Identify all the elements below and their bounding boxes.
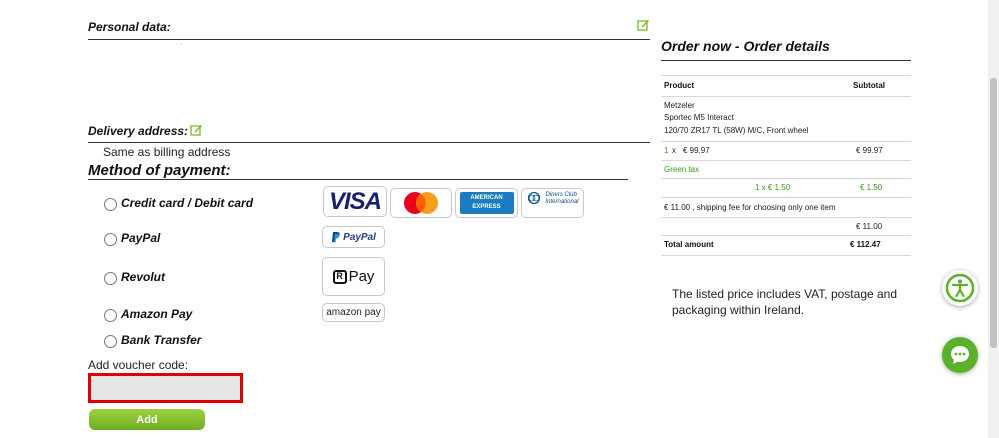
amazon-pay-logo: amazon pay: [322, 303, 385, 322]
delivery-address-title: Delivery address:: [88, 124, 189, 138]
table-bottom-border: [661, 255, 911, 256]
radio-revolut[interactable]: [104, 272, 117, 285]
green-tax-label: Green tax: [664, 165, 700, 174]
mastercard-logo: [390, 188, 452, 218]
green-tax-subtotal: € 1.50: [860, 183, 883, 192]
paypal-logo: PayPal: [322, 226, 385, 248]
voucher-code-input[interactable]: [88, 373, 243, 403]
edit-icon[interactable]: [637, 18, 650, 34]
accessibility-icon: [945, 273, 975, 303]
diners-club-logo: Diners Club International: [521, 188, 584, 218]
chat-button[interactable]: [942, 337, 978, 373]
revolut-pay-logo: R Pay: [322, 257, 385, 296]
product-brand: Metzeler: [664, 101, 695, 110]
bank-transfer-label[interactable]: Bank Transfer: [121, 333, 201, 347]
row-divider: [661, 217, 911, 218]
personal-data-divider: [88, 39, 650, 40]
row-divider: [661, 141, 911, 142]
row-divider: [661, 178, 911, 179]
product-qty: 1: [664, 146, 669, 155]
placeholder-dot: ·: [180, 40, 183, 49]
product-model: Sportec M5 Interact: [664, 113, 734, 122]
voucher-label: Add voucher code:: [88, 358, 189, 372]
green-tax-qty-price: 1 x € 1.50: [755, 183, 791, 192]
chat-icon: [951, 346, 969, 364]
revolut-r-icon: R: [332, 269, 347, 284]
total-value: € 112.47: [850, 240, 881, 249]
delivery-address-divider: [88, 142, 650, 143]
order-title-divider: [661, 60, 911, 61]
table-header-border: [661, 96, 911, 97]
radio-paypal[interactable]: [104, 233, 117, 246]
product-spec: 120/70 ZR17 TL (58W) M/C, Front wheel: [664, 126, 809, 135]
row-divider: [661, 197, 911, 198]
paypal-label[interactable]: PayPal: [121, 231, 160, 245]
table-top-border: [661, 75, 911, 76]
scrollbar-thumb[interactable]: [990, 78, 997, 348]
payment-method-title: Method of payment:: [88, 162, 231, 179]
add-voucher-button[interactable]: Add: [89, 409, 205, 430]
edit-icon[interactable]: [190, 123, 203, 139]
credit-card-label[interactable]: Credit card / Debit card: [121, 196, 253, 210]
visa-logo: VISA: [323, 186, 387, 217]
same-as-billing-text: Same as billing address: [103, 145, 231, 159]
shipping-subtotal: € 11.00: [856, 222, 883, 231]
radio-credit-card[interactable]: [104, 198, 117, 211]
revolut-label[interactable]: Revolut: [121, 270, 165, 284]
line-subtotal: € 99.97: [856, 146, 883, 155]
column-subtotal: Subtotal: [853, 81, 885, 90]
radio-bank-transfer[interactable]: [104, 335, 117, 348]
row-divider: [661, 235, 911, 236]
row-divider: [661, 160, 911, 161]
qty-sep: x: [672, 146, 676, 155]
vat-note: The listed price includes VAT, postage a…: [672, 287, 898, 317]
total-label: Total amount: [664, 240, 714, 249]
personal-data-title: Personal data:: [88, 20, 171, 34]
amazon-pay-label[interactable]: Amazon Pay: [121, 307, 192, 321]
shipping-note: € 11.00 , shipping fee for choosing only…: [664, 203, 836, 212]
unit-price: € 99.97: [683, 146, 710, 155]
radio-amazon-pay[interactable]: [104, 309, 117, 322]
accessibility-button[interactable]: [942, 270, 978, 306]
order-details-title: Order now - Order details: [661, 38, 830, 54]
payment-method-divider: [88, 179, 628, 180]
amex-logo: AMERICAN EXPRESS: [455, 188, 518, 218]
column-product: Product: [664, 81, 695, 90]
